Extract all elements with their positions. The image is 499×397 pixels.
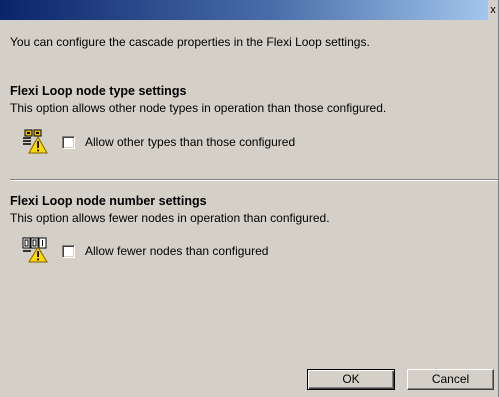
node-type-warning-icon: [22, 128, 48, 154]
title-bar[interactable]: x: [0, 0, 498, 20]
node-type-heading: Flexi Loop node type settings: [10, 84, 187, 98]
allow-fewer-nodes-checkbox[interactable]: [62, 245, 75, 258]
section-divider: [10, 179, 498, 181]
node-number-heading: Flexi Loop node number settings: [10, 194, 207, 208]
node-type-description: This option allows other node types in o…: [10, 101, 387, 115]
close-button[interactable]: x: [488, 0, 498, 20]
flexi-loop-dialog: x You can configure the cascade properti…: [0, 0, 499, 397]
node-number-description: This option allows fewer nodes in operat…: [10, 211, 330, 225]
allow-fewer-nodes-label[interactable]: Allow fewer nodes than configured: [85, 244, 268, 258]
cancel-button[interactable]: Cancel: [407, 369, 494, 390]
allow-other-types-checkbox[interactable]: [62, 136, 75, 149]
allow-other-types-label[interactable]: Allow other types than those configured: [85, 135, 295, 149]
ok-button[interactable]: OK: [307, 369, 395, 390]
node-number-warning-icon: [22, 237, 48, 263]
intro-text: You can configure the cascade properties…: [10, 35, 370, 49]
